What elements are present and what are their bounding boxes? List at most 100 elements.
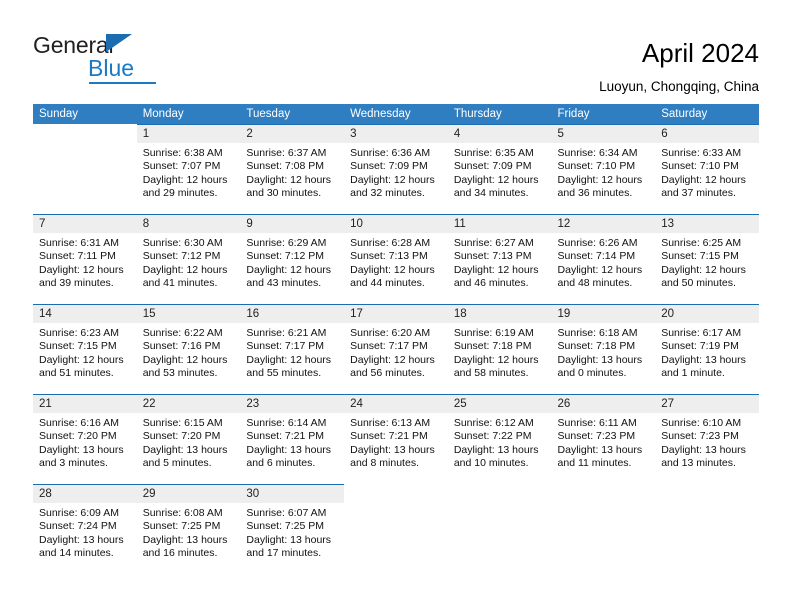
calendar-day-cell-empty [33, 124, 137, 214]
calendar-day-cell[interactable]: 15 Sunrise: 6:22 AM Sunset: 7:16 PM Dayligh… [136, 304, 241, 394]
calendar-day-cell[interactable]: 24 Sunrise: 6:13 AM Sunset: 7:21 PM Dayligh… [344, 394, 448, 484]
calendar-day-cell[interactable]: 28 Sunrise: 6:09 AM Sunset: 7:24 PM Dayligh… [33, 484, 137, 574]
day-sun-info: Sunrise: 6:36 AM Sunset: 7:09 PM Daylight:… [344, 143, 448, 200]
sunrise-time: Sunrise: 6:35 AM [453, 147, 534, 159]
day-sun-info: Sunrise: 6:19 AM Sunset: 7:18 PM Daylight:… [448, 323, 552, 380]
day-number: 23 [240, 395, 345, 413]
calendar-day-cell[interactable]: 21 Sunrise: 6:16 AM Sunset: 7:20 PM Dayligh… [33, 394, 137, 484]
calendar-day-cell[interactable]: 25 Sunrise: 6:12 AM Sunset: 7:22 PM Dayligh… [447, 394, 552, 484]
calendar-day-cell-empty [344, 484, 448, 574]
daylight-duration-line2: and 6 minutes. [246, 456, 316, 469]
sunrise-time: Sunrise: 6:25 AM [661, 237, 742, 249]
day-number: 30 [240, 485, 345, 503]
daylight-duration-line1: Daylight: 12 hours [350, 173, 435, 186]
daylight-duration-line2: and 44 minutes. [350, 276, 425, 289]
daylight-duration-line1: Daylight: 13 hours [39, 533, 124, 546]
daylight-duration-line2: and 37 minutes. [661, 186, 736, 199]
calendar-day-cell[interactable]: 5 Sunrise: 6:34 AM Sunset: 7:10 PM Daylight… [551, 124, 656, 214]
calendar-day-cell[interactable]: 16 Sunrise: 6:21 AM Sunset: 7:17 PM Dayligh… [240, 304, 345, 394]
weekday-header-monday: Monday [142, 108, 184, 120]
sunset-time: Sunset: 7:24 PM [39, 520, 117, 533]
sunrise-time: Sunrise: 6:22 AM [142, 327, 223, 339]
day-number: 2 [240, 125, 345, 143]
day-sun-info: Sunrise: 6:11 AM Sunset: 7:23 PM Daylight:… [552, 413, 656, 470]
calendar-grid: Sunday Monday Tuesday Wednesday Thursday Frid… [33, 104, 759, 574]
daylight-duration-line2: and 34 minutes. [453, 186, 529, 199]
sunrise-time: Sunrise: 6:13 AM [350, 417, 431, 429]
weekday-header-tuesday: Tuesday [246, 108, 291, 120]
calendar-day-cell[interactable]: 8 Sunrise: 6:30 AM Sunset: 7:12 PM Daylight… [136, 214, 241, 304]
calendar-day-cell[interactable]: 6 Sunrise: 6:33 AM Sunset: 7:10 PM Daylight… [655, 124, 759, 214]
sunset-time: Sunset: 7:25 PM [246, 520, 325, 533]
daylight-duration-line2: and 50 minutes. [661, 276, 736, 289]
calendar-day-cell[interactable]: 26 Sunrise: 6:11 AM Sunset: 7:23 PM Dayligh… [551, 394, 656, 484]
calendar-day-cell[interactable]: 13 Sunrise: 6:25 AM Sunset: 7:15 PM Dayligh… [655, 214, 759, 304]
calendar-day-cell[interactable]: 1 Sunrise: 6:38 AM Sunset: 7:07 PM Daylight… [136, 124, 241, 214]
calendar-day-cell[interactable]: 14 Sunrise: 6:23 AM Sunset: 7:15 PM Dayligh… [33, 304, 137, 394]
calendar-page: General Blue April 2024 Luoyun, Chongqin… [0, 0, 792, 612]
calendar-day-cell[interactable]: 3 Sunrise: 6:36 AM Sunset: 7:09 PM Daylight… [344, 124, 448, 214]
sunrise-time: Sunrise: 6:11 AM [557, 417, 637, 429]
sunset-time: Sunset: 7:12 PM [142, 250, 221, 263]
calendar-weeks: 1 Sunrise: 6:38 AM Sunset: 7:07 PM Daylight… [33, 124, 759, 574]
sunrise-time: Sunrise: 6:15 AM [142, 417, 223, 429]
sunrise-time: Sunrise: 6:29 AM [246, 237, 327, 249]
sunset-time: Sunset: 7:16 PM [142, 340, 221, 353]
day-number: 13 [655, 215, 759, 233]
calendar-day-cell[interactable]: 17 Sunrise: 6:20 AM Sunset: 7:17 PM Dayligh… [344, 304, 448, 394]
sunset-time: Sunset: 7:09 PM [453, 160, 532, 173]
calendar-day-cell[interactable]: 11 Sunrise: 6:27 AM Sunset: 7:13 PM Dayligh… [447, 214, 552, 304]
day-number [552, 484, 656, 502]
sunset-time: Sunset: 7:14 PM [557, 250, 636, 263]
weekday-header-sunday: Sunday [39, 108, 79, 120]
calendar-day-cell[interactable]: 20 Sunrise: 6:17 AM Sunset: 7:19 PM Dayligh… [655, 304, 759, 394]
day-sun-info: Sunrise: 6:15 AM Sunset: 7:20 PM Daylight:… [137, 413, 241, 470]
daylight-duration-line2: and 39 minutes. [39, 276, 114, 289]
daylight-duration-line2: and 16 minutes. [142, 546, 218, 559]
daylight-duration-line1: Daylight: 13 hours [142, 533, 228, 546]
calendar-day-cell[interactable]: 30 Sunrise: 6:07 AM Sunset: 7:25 PM Dayligh… [240, 484, 345, 574]
day-sun-info: Sunrise: 6:35 AM Sunset: 7:09 PM Daylight:… [448, 143, 552, 200]
daylight-duration-line2: and 58 minutes. [453, 366, 529, 379]
sunrise-time: Sunrise: 6:33 AM [661, 147, 742, 159]
logo-text-blue: Blue [88, 55, 135, 81]
day-sun-info: Sunrise: 6:09 AM Sunset: 7:24 PM Daylight:… [33, 503, 137, 560]
sunset-time: Sunset: 7:13 PM [453, 250, 532, 263]
calendar-day-cell[interactable]: 22 Sunrise: 6:15 AM Sunset: 7:20 PM Dayligh… [136, 394, 241, 484]
calendar-day-cell[interactable]: 10 Sunrise: 6:28 AM Sunset: 7:13 PM Dayligh… [344, 214, 448, 304]
day-sun-info: Sunrise: 6:28 AM Sunset: 7:13 PM Daylight:… [344, 233, 448, 290]
daylight-duration-line2: and 43 minutes. [246, 276, 322, 289]
sunset-time: Sunset: 7:18 PM [557, 340, 636, 353]
day-number: 26 [551, 395, 656, 413]
calendar-day-cell[interactable]: 4 Sunrise: 6:35 AM Sunset: 7:09 PM Daylight… [447, 124, 552, 214]
day-number: 14 [33, 305, 137, 323]
calendar-day-cell[interactable]: 9 Sunrise: 6:29 AM Sunset: 7:12 PM Daylight… [240, 214, 345, 304]
sunrise-time: Sunrise: 6:23 AM [39, 327, 119, 339]
calendar-day-cell[interactable]: 7 Sunrise: 6:31 AM Sunset: 7:11 PM Daylight… [33, 214, 137, 304]
sunset-time: Sunset: 7:22 PM [453, 430, 532, 443]
calendar-day-cell[interactable]: 27 Sunrise: 6:10 AM Sunset: 7:23 PM Dayligh… [655, 394, 759, 484]
day-sun-info: Sunrise: 6:27 AM Sunset: 7:13 PM Daylight:… [448, 233, 552, 290]
sunset-time: Sunset: 7:20 PM [142, 430, 221, 443]
sunrise-time: Sunrise: 6:26 AM [557, 237, 638, 249]
daylight-duration-line1: Daylight: 12 hours [39, 353, 124, 366]
day-number: 12 [551, 215, 656, 233]
daylight-duration-line2: and 51 minutes. [39, 366, 114, 379]
calendar-day-cell[interactable]: 19 Sunrise: 6:18 AM Sunset: 7:18 PM Dayligh… [551, 304, 656, 394]
calendar-day-cell[interactable]: 29 Sunrise: 6:08 AM Sunset: 7:25 PM Dayligh… [136, 484, 241, 574]
calendar-day-cell[interactable]: 2 Sunrise: 6:37 AM Sunset: 7:08 PM Daylight… [240, 124, 345, 214]
calendar-day-cell[interactable]: 23 Sunrise: 6:14 AM Sunset: 7:21 PM Dayligh… [240, 394, 345, 484]
sunrise-time: Sunrise: 6:38 AM [142, 147, 223, 159]
sunset-time: Sunset: 7:10 PM [661, 160, 739, 173]
sunset-time: Sunset: 7:23 PM [557, 430, 636, 443]
calendar-day-cell[interactable]: 12 Sunrise: 6:26 AM Sunset: 7:14 PM Dayligh… [551, 214, 656, 304]
day-number: 17 [344, 305, 448, 323]
calendar-day-cell-empty [552, 484, 656, 574]
day-sun-info: Sunrise: 6:14 AM Sunset: 7:21 PM Daylight:… [240, 413, 344, 470]
daylight-duration-line2: and 10 minutes. [453, 456, 529, 469]
daylight-duration-line2: and 41 minutes. [142, 276, 218, 289]
day-sun-info: Sunrise: 6:12 AM Sunset: 7:22 PM Daylight:… [448, 413, 552, 470]
daylight-duration-line1: Daylight: 12 hours [557, 173, 643, 186]
calendar-day-cell[interactable]: 18 Sunrise: 6:19 AM Sunset: 7:18 PM Dayligh… [447, 304, 552, 394]
day-sun-info: Sunrise: 6:16 AM Sunset: 7:20 PM Daylight:… [33, 413, 137, 470]
